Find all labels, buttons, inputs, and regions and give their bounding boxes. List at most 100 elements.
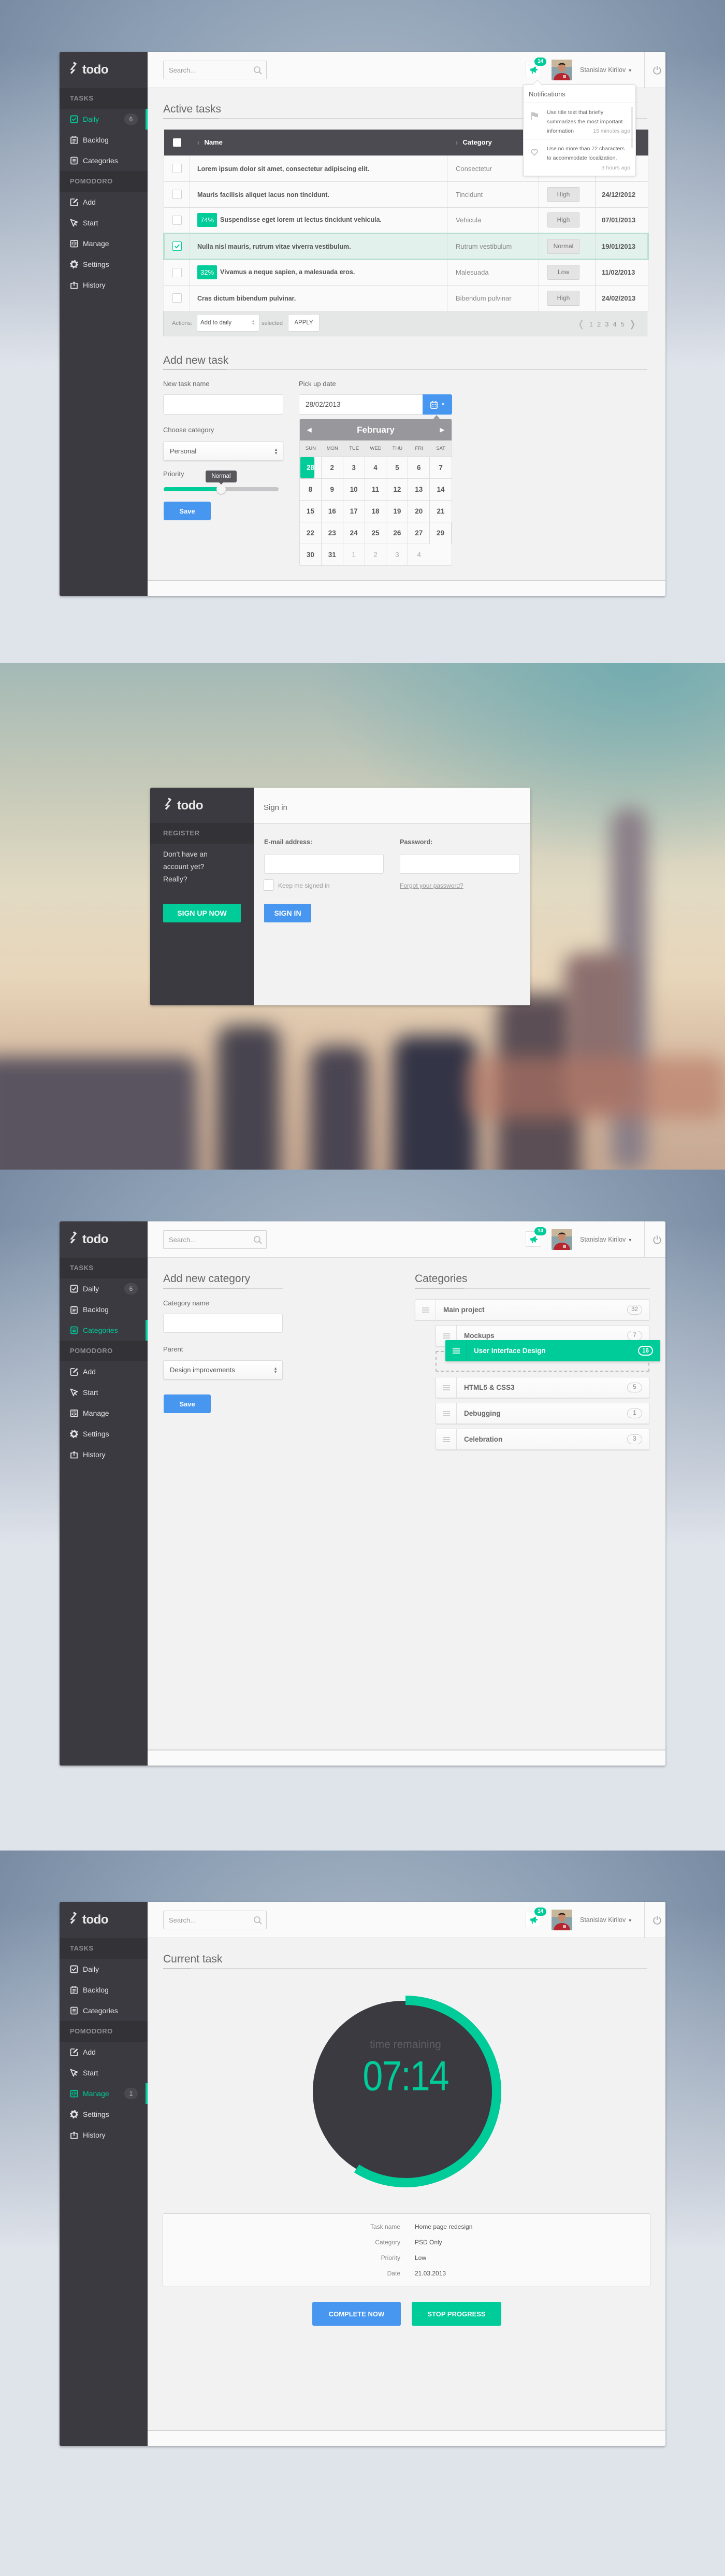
logout-button[interactable] — [653, 1915, 662, 1927]
sidebar-item-history[interactable]: History — [60, 2125, 148, 2145]
drag-handle[interactable] — [415, 1300, 436, 1320]
calendar-day[interactable]: 23 — [321, 522, 343, 544]
sidebar-item-settings[interactable]: Settings — [60, 2104, 148, 2125]
table-row[interactable]: Cras dictum bibendum pulvinar. Bibendum p… — [164, 284, 648, 311]
task-name[interactable]: Vivamus a neque sapien, a malesuada eros… — [220, 268, 355, 276]
sidebar-item-manage[interactable]: Manage — [60, 233, 148, 254]
sidebar-item-categories[interactable]: Categories — [60, 1320, 148, 1341]
category-select[interactable]: Personal ▲ ▼ — [163, 442, 283, 461]
sidebar-item-backlog[interactable]: Backlog — [60, 130, 148, 150]
calendar-day[interactable]: 3 — [386, 544, 409, 565]
page-link[interactable]: 1 — [589, 320, 593, 328]
apply-button[interactable]: APPLY — [288, 314, 320, 332]
calendar-day[interactable]: 26 — [386, 522, 409, 544]
row-checkbox[interactable] — [172, 190, 182, 199]
calendar-day[interactable]: 5 — [386, 457, 409, 478]
user-menu[interactable]: Stanislav Kirilov ▼ — [580, 1916, 632, 1924]
page-link[interactable]: 3 — [605, 320, 608, 328]
password-input[interactable] — [400, 854, 519, 874]
notification-item[interactable]: Use title text that briefly summarizes t… — [524, 103, 635, 139]
table-row[interactable]: Nulla nisl mauris, rutrum vitae viverra … — [163, 232, 649, 260]
calendar-day[interactable]: 28 — [300, 457, 315, 478]
task-name[interactable]: Suspendisse eget lorem ut lectus tincidu… — [220, 216, 382, 223]
select-all-checkbox[interactable] — [172, 138, 181, 147]
drag-handle[interactable] — [436, 1403, 457, 1424]
priority-button[interactable]: High — [547, 212, 579, 227]
calendar-day[interactable]: 18 — [365, 500, 387, 522]
row-checkbox[interactable] — [172, 241, 182, 251]
slider-handle[interactable] — [216, 485, 226, 494]
calendar-day[interactable]: 31 — [321, 544, 343, 565]
avatar[interactable] — [552, 1229, 572, 1250]
sidebar-item-daily[interactable]: Daily 6 — [60, 1278, 148, 1299]
date-input[interactable]: 28/02/2013 — [299, 394, 424, 415]
task-name[interactable]: Cras dictum bibendum pulvinar. — [197, 295, 296, 302]
notification-item[interactable]: Use no more than 72 characters to accomm… — [524, 139, 635, 176]
dragged-category-item[interactable]: User Interface Design 16 — [445, 1340, 660, 1361]
sidebar-item-settings[interactable]: Settings — [60, 1424, 148, 1444]
row-checkbox[interactable] — [172, 293, 182, 303]
calendar-day[interactable]: 27 — [408, 522, 430, 544]
calendar-day[interactable]: 7 — [430, 457, 452, 478]
calendar-day[interactable]: 14 — [430, 478, 452, 500]
calendar-day[interactable]: 4 — [408, 544, 430, 565]
task-name[interactable]: Mauris facilisis aliquet lacus non tinci… — [197, 191, 329, 198]
avatar[interactable] — [552, 1910, 572, 1930]
table-row[interactable]: 32% Vivamus a neque sapien, a malesuada e… — [164, 259, 648, 286]
sidebar-item-start[interactable]: Start — [60, 212, 148, 233]
calendar-day[interactable]: 21 — [430, 500, 452, 522]
row-checkbox[interactable] — [172, 267, 182, 277]
sign-in-button[interactable]: SIGN IN — [264, 904, 311, 922]
table-row[interactable]: 74% Suspendisse eget lorem ut lectus tinc… — [164, 207, 648, 234]
calendar-day[interactable]: 25 — [365, 522, 387, 544]
calendar-day[interactable]: 24 — [343, 522, 365, 544]
stop-progress-button[interactable]: STOP PROGRESS — [412, 2302, 501, 2326]
sidebar-item-manage[interactable]: Manage — [60, 1403, 148, 1424]
calendar-day[interactable]: 4 — [365, 457, 387, 478]
row-checkbox[interactable] — [172, 164, 182, 173]
sidebar-item-categories[interactable]: Categories — [60, 150, 148, 171]
row-checkbox[interactable] — [172, 215, 182, 225]
task-name[interactable]: Lorem ipsum dolor sit amet, consectetur … — [197, 165, 369, 173]
calendar-day[interactable]: 8 — [300, 478, 322, 500]
chevron-left-icon[interactable]: ❬ — [577, 319, 585, 330]
calendar-day[interactable]: 11 — [365, 478, 387, 500]
page-link[interactable]: 2 — [597, 320, 601, 328]
calendar-day[interactable]: 20 — [408, 500, 430, 522]
calendar-day[interactable]: 19 — [386, 500, 409, 522]
calendar-day[interactable]: 3 — [343, 457, 365, 478]
drag-handle[interactable] — [436, 1429, 457, 1449]
calendar-toggle-button[interactable]: ▼ — [423, 394, 452, 415]
page-link[interactable]: 4 — [613, 320, 616, 328]
priority-button[interactable]: High — [547, 187, 579, 202]
logout-button[interactable] — [653, 1235, 662, 1247]
category-item[interactable]: Main project 32 — [415, 1299, 649, 1320]
chevron-right-icon[interactable]: ❭ — [629, 319, 636, 330]
calendar-day[interactable]: 13 — [408, 478, 430, 500]
priority-button[interactable]: High — [547, 290, 579, 306]
category-item[interactable]: HTML5 & CSS3 5 — [436, 1377, 649, 1398]
calendar-day[interactable]: 29 — [430, 522, 452, 544]
sidebar-item-backlog[interactable]: Backlog — [60, 1299, 148, 1320]
calendar-day[interactable]: 6 — [408, 457, 430, 478]
bulk-action-select[interactable]: Add to daily ▲ ▼ — [197, 314, 259, 332]
priority-button[interactable]: Normal — [547, 238, 579, 254]
category-item[interactable]: Celebration 3 — [436, 1429, 649, 1450]
forgot-password-link[interactable]: Forgot your password? — [400, 882, 463, 889]
sign-up-button[interactable]: SIGN UP NOW — [163, 904, 241, 922]
calendar-day[interactable]: 10 — [343, 478, 365, 500]
calendar-day[interactable]: 12 — [386, 478, 409, 500]
calendar-day[interactable]: 16 — [321, 500, 343, 522]
sidebar-item-history[interactable]: History — [60, 1444, 148, 1465]
task-name-input[interactable] — [163, 394, 283, 415]
sidebar-item-add[interactable]: Add — [60, 1361, 148, 1382]
calendar-day[interactable]: 2 — [365, 544, 387, 565]
calendar-day[interactable]: 2 — [321, 457, 343, 478]
sidebar-item-manage[interactable]: Manage 1 — [60, 2083, 148, 2104]
sidebar-item-history[interactable]: History — [60, 275, 148, 295]
category-name-input[interactable] — [163, 1314, 283, 1333]
priority-button[interactable]: Low — [547, 265, 579, 280]
calendar-day[interactable]: 1 — [343, 544, 365, 565]
priority-slider[interactable] — [164, 485, 279, 494]
sidebar-item-daily[interactable]: Daily 6 — [60, 109, 148, 130]
